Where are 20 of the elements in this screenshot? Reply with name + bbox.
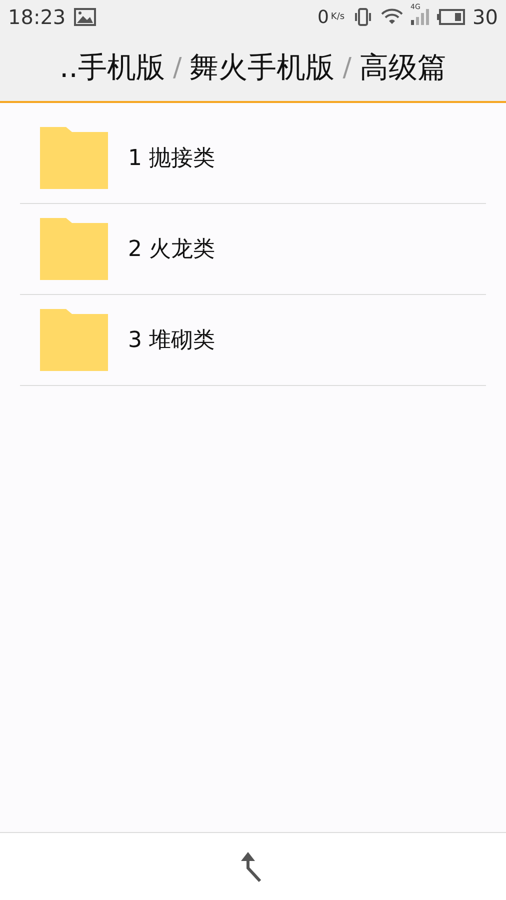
network-speed: 0 <box>317 6 329 28</box>
wifi-icon <box>380 8 403 26</box>
path-separator: / <box>172 52 182 82</box>
signal-icon <box>410 9 429 25</box>
folder-name[interactable]: 2 火龙类 <box>128 234 215 264</box>
battery-icon <box>436 9 465 25</box>
folder-icon <box>40 127 108 189</box>
folder-name[interactable]: 1 抛接类 <box>128 143 215 173</box>
vibrate-icon <box>352 7 373 27</box>
breadcrumb-item[interactable]: 舞火手机版 <box>190 48 335 88</box>
breadcrumb-item[interactable]: ..手机版 <box>60 48 165 88</box>
speed-unit: K/s <box>330 12 345 22</box>
battery-percent: 30 <box>472 5 498 29</box>
image-icon <box>74 8 96 26</box>
folder-icon <box>40 218 108 280</box>
clock-time: 18:23 <box>8 5 66 29</box>
folder-name[interactable]: 3 堆砌类 <box>128 325 215 355</box>
breadcrumb-item[interactable]: 高级篇 <box>359 48 446 88</box>
path-separator: / <box>342 52 352 82</box>
folder-icon <box>40 309 108 371</box>
